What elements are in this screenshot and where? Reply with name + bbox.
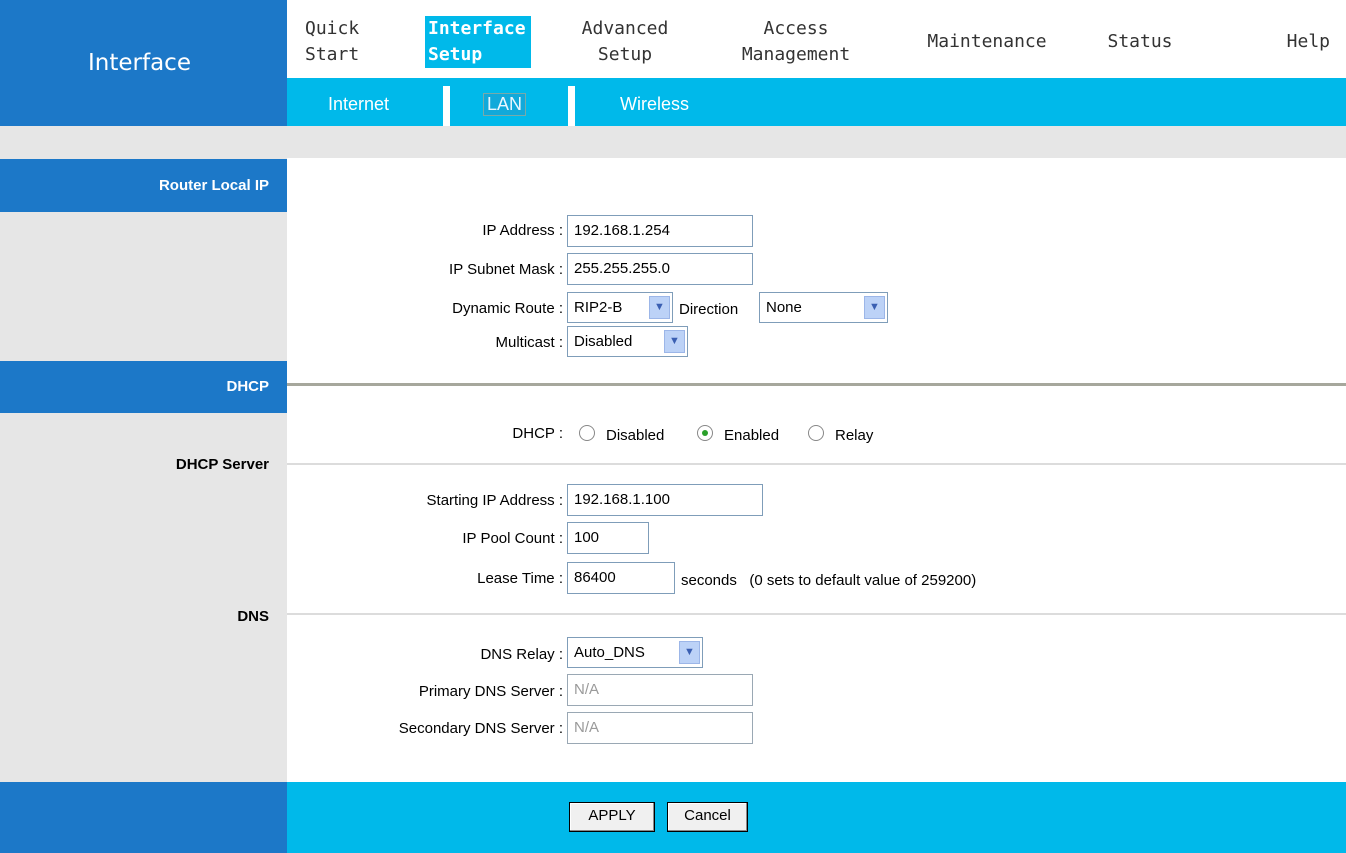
nav-quick-start[interactable]: Quick Start xyxy=(305,16,375,68)
dynamic-route-select[interactable]: RIP2-B ▼ xyxy=(567,292,673,323)
subnav-separator xyxy=(443,86,450,126)
starting-ip-label: Starting IP Address : xyxy=(426,492,563,509)
dhcp-disabled-label: Disabled xyxy=(606,427,665,444)
subnav-lan[interactable]: LAN xyxy=(483,93,527,116)
nav-advanced-setup[interactable]: Advanced Setup xyxy=(566,16,684,68)
spacer-bar xyxy=(287,126,1346,158)
lease-time-note: seconds (0 sets to default value of 2592… xyxy=(681,572,977,589)
dns-relay-value: Auto_DNS xyxy=(574,644,645,661)
dns-relay-label: DNS Relay : xyxy=(480,646,563,663)
dhcp-disabled-radio[interactable] xyxy=(579,425,595,441)
direction-select[interactable]: None ▼ xyxy=(759,292,888,323)
nav-status[interactable]: Status xyxy=(1100,29,1180,55)
multicast-label: Multicast : xyxy=(495,334,563,351)
chevron-down-icon: ▼ xyxy=(864,296,885,319)
subnav-separator xyxy=(568,86,575,126)
nav-maintenance[interactable]: Maintenance xyxy=(912,29,1062,55)
nav-help[interactable]: Help xyxy=(1260,29,1330,55)
subnav-wireless[interactable]: Wireless xyxy=(620,94,689,115)
pool-count-input[interactable]: 100 xyxy=(567,522,649,554)
chevron-down-icon: ▼ xyxy=(649,296,670,319)
section-dns: DNS xyxy=(237,608,269,625)
dhcp-mode-label: DHCP : xyxy=(512,425,563,442)
multicast-select[interactable]: Disabled ▼ xyxy=(567,326,688,357)
section-dhcp: DHCP xyxy=(0,361,287,413)
ip-address-input[interactable]: 192.168.1.254 xyxy=(567,215,753,247)
divider xyxy=(287,613,1346,615)
lease-time-label: Lease Time : xyxy=(477,570,563,587)
footer-bar xyxy=(287,782,1346,853)
dns-relay-select[interactable]: Auto_DNS ▼ xyxy=(567,637,703,668)
dhcp-enabled-label: Enabled xyxy=(724,427,780,444)
ip-address-label: IP Address : xyxy=(482,222,563,239)
dhcp-relay-label: Relay xyxy=(835,427,874,444)
dhcp-enabled-radio[interactable] xyxy=(697,425,713,441)
divider xyxy=(287,463,1346,465)
starting-ip-input[interactable]: 192.168.1.100 xyxy=(567,484,763,516)
section-divider xyxy=(287,383,1346,386)
subnet-mask-input[interactable]: 255.255.255.0 xyxy=(567,253,753,285)
nav-interface-setup[interactable]: Interface Setup xyxy=(425,16,531,68)
subnet-mask-label: IP Subnet Mask : xyxy=(449,261,563,278)
section-router-local-ip: Router Local IP xyxy=(0,159,287,212)
chevron-down-icon: ▼ xyxy=(664,330,685,353)
secondary-dns-input[interactable]: N/A xyxy=(567,712,753,744)
multicast-value: Disabled xyxy=(574,333,633,350)
subnav-internet[interactable]: Internet xyxy=(328,94,389,115)
section-dhcp-server: DHCP Server xyxy=(175,456,269,473)
apply-button[interactable]: APPLY xyxy=(569,802,655,832)
left-panel xyxy=(0,0,287,853)
direction-label: Direction xyxy=(679,301,739,318)
primary-dns-label: Primary DNS Server : xyxy=(418,683,563,700)
page-section-title: Interface xyxy=(88,50,191,76)
dynamic-route-value: RIP2-B xyxy=(574,299,623,316)
pool-count-label: IP Pool Count : xyxy=(462,530,563,547)
dynamic-route-label: Dynamic Route : xyxy=(452,300,563,317)
dhcp-relay-radio[interactable] xyxy=(808,425,824,441)
direction-value: None xyxy=(766,299,802,316)
primary-dns-input[interactable]: N/A xyxy=(567,674,753,706)
cancel-button[interactable]: Cancel xyxy=(667,802,748,832)
lease-time-input[interactable]: 86400 xyxy=(567,562,675,594)
left-footer xyxy=(0,782,287,853)
chevron-down-icon: ▼ xyxy=(679,641,700,664)
nav-access-management[interactable]: Access Management xyxy=(720,16,872,68)
secondary-dns-label: Secondary DNS Server : xyxy=(398,720,563,737)
